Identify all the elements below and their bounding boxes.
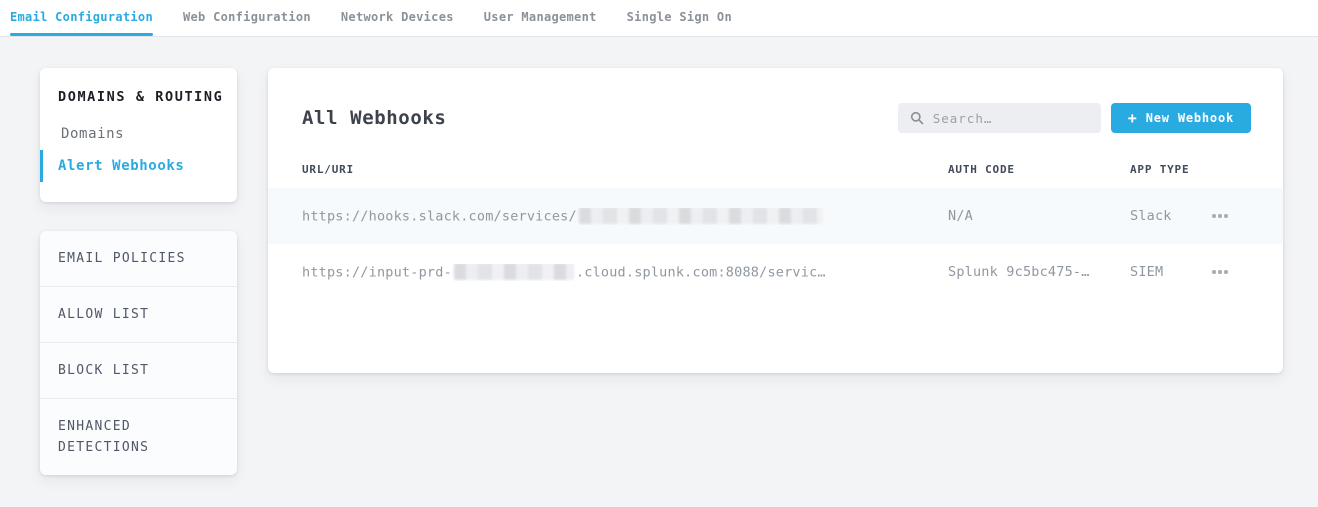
table-header: URL/URI AUTH CODE APP TYPE: [268, 163, 1283, 176]
redacted-blur: [579, 208, 823, 224]
page: Email Configuration Web Configuration Ne…: [0, 0, 1318, 507]
top-nav: Email Configuration Web Configuration Ne…: [0, 0, 1318, 37]
sidebar-section-label: EMAIL POLICIES: [58, 251, 186, 266]
plus-icon: +: [1128, 111, 1137, 126]
sidebar-item-label: Domains: [61, 126, 124, 142]
domains-routing-card: DOMAINS & ROUTING Domains Alert Webhooks: [40, 68, 237, 202]
column-header-url: URL/URI: [302, 163, 948, 176]
sidebar-item-label: Alert Webhooks: [58, 158, 184, 174]
content-area: DOMAINS & ROUTING Domains Alert Webhooks…: [0, 37, 1318, 475]
nav-tab-network-devices[interactable]: Network Devices: [341, 0, 454, 36]
search-input[interactable]: [933, 111, 1089, 126]
ellipsis-icon[interactable]: [1210, 210, 1230, 222]
cell-auth-code: N/A: [948, 208, 1130, 224]
search-icon: [910, 111, 924, 125]
nav-tab-label: User Management: [484, 10, 597, 24]
sidebar-section-allow-list[interactable]: ALLOW LIST: [40, 287, 237, 343]
new-webhook-label: New Webhook: [1146, 111, 1234, 125]
webhooks-panel: All Webhooks + New Webhook URL/U: [268, 68, 1283, 373]
domains-routing-heading: DOMAINS & ROUTING: [40, 89, 237, 105]
new-webhook-button[interactable]: + New Webhook: [1111, 103, 1251, 133]
sidebar-section-enhanced-detections[interactable]: ENHANCED DETECTIONS: [40, 399, 237, 475]
nav-tab-user-management[interactable]: User Management: [484, 0, 597, 36]
sidebar-section-label: BLOCK LIST: [58, 363, 149, 378]
search-box: [898, 103, 1101, 133]
cell-auth-code: Splunk 9c5bc475-…: [948, 264, 1130, 280]
cell-url: https://hooks.slack.com/services/: [302, 208, 948, 225]
page-title: All Webhooks: [302, 107, 898, 129]
nav-tab-email-configuration[interactable]: Email Configuration: [10, 0, 153, 36]
url-prefix: https://input-prd-: [302, 264, 452, 280]
ellipsis-icon[interactable]: [1210, 266, 1230, 278]
nav-tab-label: Web Configuration: [183, 10, 311, 24]
sidebar-section-email-policies[interactable]: EMAIL POLICIES: [40, 231, 237, 287]
sidebar-sections-card: EMAIL POLICIES ALLOW LIST BLOCK LIST ENH…: [40, 231, 237, 475]
nav-tab-label: Network Devices: [341, 10, 454, 24]
cell-url: https://input-prd- .cloud.splunk.com:8088…: [302, 264, 948, 281]
table-row: https://hooks.slack.com/services/ N/A Sl…: [268, 188, 1283, 244]
url-suffix: .cloud.splunk.com:8088/servic…: [576, 264, 826, 280]
sidebar-item-domains[interactable]: Domains: [40, 118, 237, 150]
url-prefix: https://hooks.slack.com/services/: [302, 208, 577, 224]
sidebar-item-alert-webhooks[interactable]: Alert Webhooks: [40, 150, 237, 182]
sidebar-section-block-list[interactable]: BLOCK LIST: [40, 343, 237, 399]
sidebar: DOMAINS & ROUTING Domains Alert Webhooks…: [40, 68, 237, 475]
sidebar-section-label: ALLOW LIST: [58, 307, 149, 322]
nav-tab-web-configuration[interactable]: Web Configuration: [183, 0, 311, 36]
redacted-blur: [454, 264, 574, 280]
sidebar-section-label: ENHANCED DETECTIONS: [58, 419, 149, 455]
panel-header: All Webhooks + New Webhook: [268, 68, 1283, 133]
cell-app-type: Slack: [1130, 208, 1210, 224]
cell-app-type: SIEM: [1130, 264, 1210, 280]
nav-tab-label: Single Sign On: [627, 10, 732, 24]
table-body: https://hooks.slack.com/services/ N/A Sl…: [268, 188, 1283, 300]
nav-tab-single-sign-on[interactable]: Single Sign On: [627, 0, 732, 36]
column-header-auth: AUTH CODE: [948, 163, 1130, 176]
nav-tab-label: Email Configuration: [10, 10, 153, 24]
column-header-app: APP TYPE: [1130, 163, 1210, 176]
table-row: https://input-prd- .cloud.splunk.com:8088…: [268, 244, 1283, 300]
